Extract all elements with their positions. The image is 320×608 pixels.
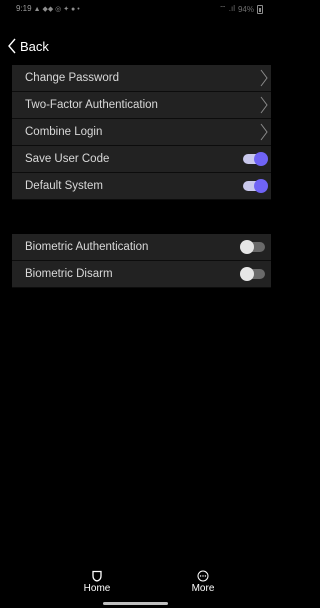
biometric-disarm-row: Biometric Disarm bbox=[12, 261, 271, 288]
row-label: Two-Factor Authentication bbox=[25, 99, 158, 111]
row-label: Biometric Authentication bbox=[25, 241, 149, 253]
status-right: ⌔ .ıl 94% bbox=[219, 4, 263, 14]
change-password-row[interactable]: Change Password bbox=[12, 65, 271, 92]
row-label: Change Password bbox=[25, 72, 119, 84]
back-label: Back bbox=[20, 38, 49, 54]
signal-icon: ⌔ .ıl bbox=[219, 4, 235, 13]
nav-home-label: Home bbox=[83, 583, 111, 594]
status-time: 9:19 bbox=[16, 4, 32, 13]
default-system-toggle[interactable] bbox=[243, 179, 268, 193]
notification-icons: ▲ ◆◆ ◎ ✦ ● • bbox=[33, 5, 80, 13]
toggle-knob bbox=[254, 152, 268, 166]
row-label: Biometric Disarm bbox=[25, 268, 113, 280]
home-indicator[interactable] bbox=[103, 602, 168, 605]
chevron-right-icon bbox=[260, 96, 268, 114]
more-circle-icon bbox=[197, 570, 209, 582]
nav-more-label: More bbox=[191, 583, 215, 594]
status-left: 9:19 ▲ ◆◆ ◎ ✦ ● • bbox=[16, 4, 80, 13]
chevron-left-icon bbox=[8, 38, 16, 54]
bottom-nav: Home More bbox=[0, 568, 271, 608]
battery-icon bbox=[257, 4, 263, 14]
row-label: Default System bbox=[25, 180, 103, 192]
biometric-disarm-toggle[interactable] bbox=[240, 267, 265, 281]
status-bar: 9:19 ▲ ◆◆ ◎ ✦ ● • ⌔ .ıl 94% bbox=[0, 0, 271, 18]
security-settings-screen: 9:19 ▲ ◆◆ ◎ ✦ ● • ⌔ .ıl 94% Back Change … bbox=[0, 0, 271, 608]
battery-percent: 94% bbox=[237, 4, 254, 14]
biometric-authentication-toggle[interactable] bbox=[240, 240, 265, 254]
row-label: Save User Code bbox=[25, 153, 110, 165]
default-system-row: Default System bbox=[12, 173, 271, 200]
chevron-right-icon bbox=[260, 69, 268, 87]
nav-home[interactable]: Home bbox=[82, 570, 112, 594]
back-button[interactable]: Back bbox=[7, 38, 49, 54]
shield-icon bbox=[92, 570, 102, 582]
header: Back bbox=[0, 32, 271, 60]
two-factor-authentication-row[interactable]: Two-Factor Authentication bbox=[12, 92, 271, 119]
nav-more[interactable]: More bbox=[188, 570, 218, 594]
chevron-right-icon bbox=[260, 123, 268, 141]
save-user-code-row: Save User Code bbox=[12, 146, 271, 173]
save-user-code-toggle[interactable] bbox=[243, 152, 268, 166]
toggle-knob bbox=[240, 267, 254, 281]
row-label: Combine Login bbox=[25, 126, 103, 138]
toggle-knob bbox=[254, 179, 268, 193]
toggle-knob bbox=[240, 240, 254, 254]
combine-login-row[interactable]: Combine Login bbox=[12, 119, 271, 146]
settings-list: Change Password Two-Factor Authenticatio… bbox=[12, 65, 271, 288]
biometric-authentication-row: Biometric Authentication bbox=[12, 234, 271, 261]
section-spacer bbox=[12, 200, 271, 234]
